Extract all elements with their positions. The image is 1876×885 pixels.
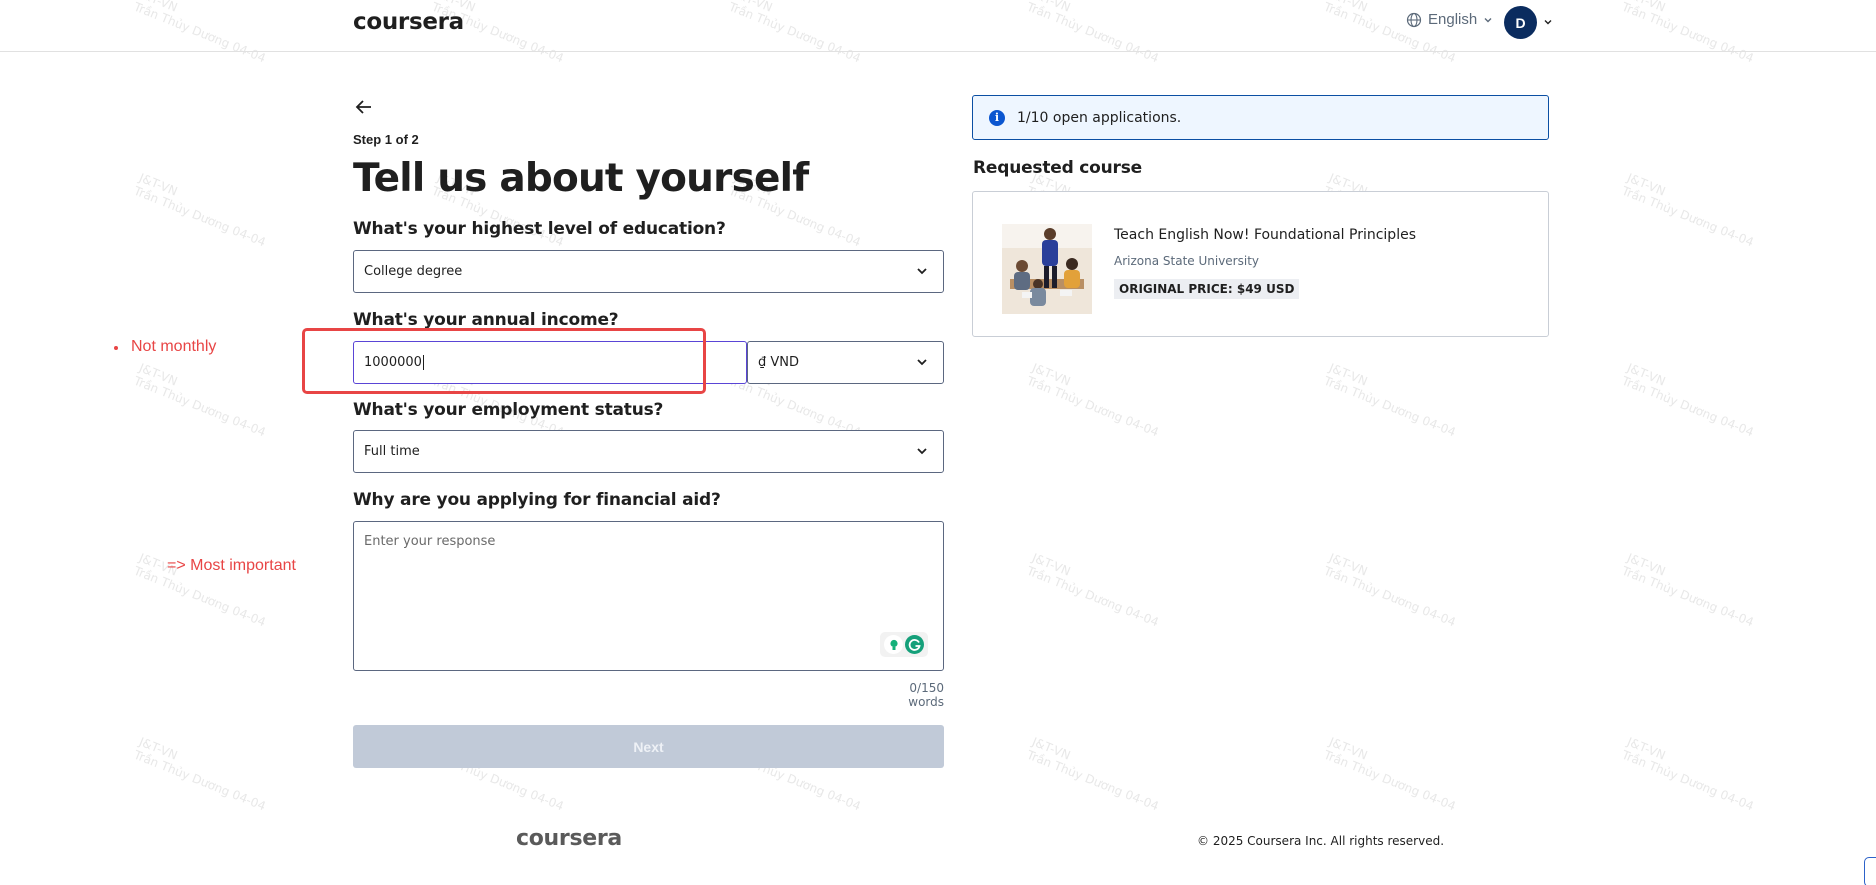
open-applications-banner: i 1/10 open applications.	[972, 95, 1549, 140]
step-indicator: Step 1 of 2	[353, 132, 419, 147]
watermark-text: J&T-VNTrần Thủy Dương 04-04	[1024, 360, 1161, 440]
language-selector[interactable]: English	[1406, 11, 1493, 28]
annotation-highlight-box	[302, 328, 706, 394]
watermark-text: J&T-VNTrần Thủy Dương 04-04	[1619, 170, 1756, 250]
watermark-text: J&T-VNTrần Thủy Dương 04-04	[1321, 360, 1458, 440]
annotation-note-most-important: => Most important	[167, 557, 296, 574]
chevron-down-icon	[915, 264, 929, 282]
annotation-bullet	[114, 346, 118, 350]
watermark-text: J&T-VNTrần Thủy Dương 04-04	[1619, 734, 1756, 814]
requested-course-heading: Requested course	[973, 158, 1142, 178]
chevron-down-icon	[915, 355, 929, 373]
back-arrow-icon[interactable]	[353, 96, 375, 118]
account-menu[interactable]: D	[1504, 6, 1553, 39]
annotation-note-not-monthly: Not monthly	[131, 338, 217, 355]
currency-value: ₫ VND	[758, 355, 800, 370]
coursera-logo[interactable]: coursera	[353, 9, 464, 35]
help-widget[interactable]	[1864, 857, 1876, 885]
employment-label: What's your employment status?	[353, 400, 664, 420]
chevron-down-icon	[1543, 14, 1553, 32]
education-value: College degree	[364, 264, 463, 279]
lightbulb-icon[interactable]	[884, 635, 903, 654]
grammarly-icon[interactable]	[905, 635, 924, 654]
course-card: Teach English Now! Foundational Principl…	[972, 191, 1549, 337]
avatar: D	[1504, 6, 1537, 39]
word-count: 0/150 words	[908, 681, 944, 709]
footer-coursera-logo[interactable]: coursera	[516, 826, 622, 851]
top-header: coursera English D	[0, 0, 1876, 52]
globe-icon	[1406, 12, 1422, 28]
grammarly-widget[interactable]	[880, 632, 928, 657]
watermark-text: J&T-VNTrần Thủy Dương 04-04	[1619, 550, 1756, 630]
employment-select[interactable]: Full time	[353, 430, 944, 473]
watermark-text: J&T-VNTrần Thủy Dương 04-04	[1321, 550, 1458, 630]
watermark-text: J&T-VNTrần Thủy Dương 04-04	[1024, 550, 1161, 630]
price-badge: ORIGINAL PRICE: $49 USD	[1114, 279, 1300, 299]
watermark-text: J&T-VNTrần Thủy Dương 04-04	[131, 170, 268, 250]
currency-select[interactable]: ₫ VND	[747, 341, 944, 384]
chevron-down-icon	[915, 444, 929, 462]
next-button[interactable]: Next	[353, 725, 944, 768]
income-label: What's your annual income?	[353, 310, 619, 330]
course-thumbnail	[1002, 224, 1092, 314]
info-icon: i	[989, 109, 1005, 126]
watermark-text: J&T-VNTrần Thủy Dương 04-04	[1321, 734, 1458, 814]
watermark-text: J&T-VNTrần Thủy Dương 04-04	[1024, 734, 1161, 814]
language-label: English	[1428, 11, 1478, 28]
chevron-down-icon	[1483, 15, 1493, 25]
course-university: Arizona State University	[1114, 254, 1260, 268]
open-applications-text: 1/10 open applications.	[1017, 109, 1182, 126]
reason-textarea[interactable]: Enter your response	[353, 521, 944, 671]
employment-value: Full time	[364, 444, 420, 459]
education-label: What's your highest level of education?	[353, 219, 726, 239]
education-select[interactable]: College degree	[353, 250, 944, 293]
watermark-text: J&T-VNTrần Thủy Dương 04-04	[131, 360, 268, 440]
reason-label: Why are you applying for financial aid?	[353, 490, 721, 510]
copyright-text: © 2025 Coursera Inc. All rights reserved…	[1197, 834, 1445, 848]
course-name[interactable]: Teach English Now! Foundational Principl…	[1114, 227, 1416, 243]
page-title: Tell us about yourself	[353, 156, 809, 201]
watermark-text: J&T-VNTrần Thủy Dương 04-04	[131, 734, 268, 814]
reason-placeholder: Enter your response	[364, 534, 496, 549]
watermark-text: J&T-VNTrần Thủy Dương 04-04	[1619, 360, 1756, 440]
